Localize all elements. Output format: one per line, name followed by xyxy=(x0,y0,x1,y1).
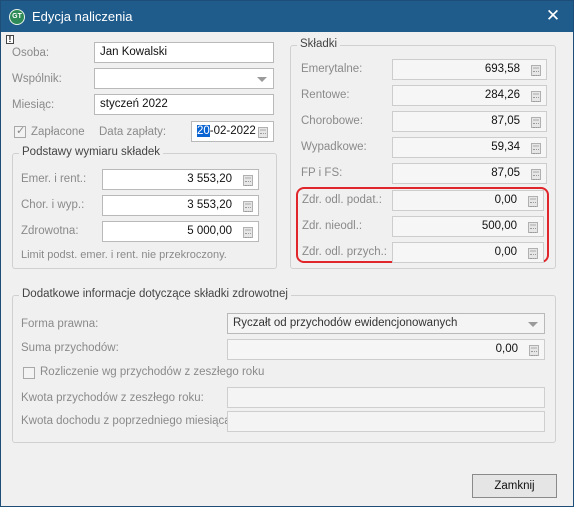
wypadkowe-field[interactable]: 59,34 xyxy=(392,137,547,158)
calculator-icon[interactable] xyxy=(243,201,253,212)
skladka-value: 500,00 xyxy=(481,220,517,232)
zaplacone-checkbox[interactable] xyxy=(14,124,26,138)
rozliczenie-checkbox[interactable] xyxy=(23,367,35,379)
calculator-icon[interactable] xyxy=(528,248,538,259)
calculator-icon[interactable] xyxy=(529,345,539,356)
skladka-value: 0,00 xyxy=(494,194,517,206)
skladka-value: 59,34 xyxy=(491,141,520,153)
forma-value: Ryczałt od przychodów ewidencjonowanych xyxy=(233,317,458,329)
skladka-label: Emerytalne: xyxy=(301,63,363,75)
calculator-icon[interactable] xyxy=(528,196,538,207)
osoba-label: Osoba: xyxy=(12,47,50,59)
zdr-odl-podat-field[interactable]: 0,00 xyxy=(392,190,544,211)
podstawy-legend: Podstawy wymiaru składek xyxy=(19,146,164,158)
data-zaplaty-day-selected: 20 xyxy=(197,125,210,137)
skladka-label: Wypadkowe: xyxy=(301,141,367,153)
kwota-doch-field[interactable] xyxy=(227,411,545,432)
chorobowe-field[interactable]: 87,05 xyxy=(392,111,547,132)
skladka-label: Chorobowe: xyxy=(301,115,364,127)
kwota-doch-label: Kwota dochodu z poprzedniego miesiąca: xyxy=(21,415,234,427)
calculator-icon[interactable] xyxy=(531,91,541,102)
zdrowotna-field[interactable]: 5 000,00 xyxy=(102,221,259,242)
zdrowotna-value: 5 000,00 xyxy=(187,225,232,237)
data-zaplaty-field[interactable]: 20-02-2022 xyxy=(191,121,274,142)
chevron-down-icon xyxy=(257,77,267,82)
warning-icon: ! xyxy=(6,35,14,44)
suma-value: 0,00 xyxy=(495,343,518,355)
kwota-przych-field[interactable] xyxy=(227,387,545,408)
skladka-value: 284,26 xyxy=(484,89,520,101)
calculator-icon[interactable] xyxy=(243,227,253,238)
skladka-value: 87,05 xyxy=(491,115,520,127)
title-bar[interactable]: GT Edycja naliczenia ✕ xyxy=(1,1,573,32)
zdr-odl-przych-field[interactable]: 0,00 xyxy=(392,242,544,263)
osoba-field[interactable]: Jan Kowalski xyxy=(94,42,274,63)
emer-field[interactable]: 3 553,20 xyxy=(102,169,259,190)
rentowe-field[interactable]: 284,26 xyxy=(392,85,547,106)
calculator-icon[interactable] xyxy=(531,169,541,180)
suma-field[interactable]: 0,00 xyxy=(227,339,545,360)
suma-label: Suma przychodów: xyxy=(21,342,119,354)
kwota-przych-label: Kwota przychodów z zeszłego roku: xyxy=(21,392,204,404)
dialog-window: GT Edycja naliczenia ✕ ! Osoba: Jan Kowa… xyxy=(0,0,574,507)
close-window-button[interactable]: ✕ xyxy=(543,6,563,26)
dodatkowe-legend: Dodatkowe informacje dotyczące składki z… xyxy=(19,288,291,300)
forma-select[interactable]: Ryczałt od przychodów ewidencjonowanych xyxy=(227,313,545,334)
data-zaplaty-rest: -02-2022 xyxy=(209,125,256,137)
calculator-icon[interactable] xyxy=(528,222,538,233)
skladka-value: 0,00 xyxy=(494,246,517,258)
skladka-label: Zdr. odl. przych.: xyxy=(302,246,388,258)
emer-value: 3 553,20 xyxy=(187,173,232,185)
data-zaplaty-label: Data zapłaty: xyxy=(99,126,167,138)
fp-fs-field[interactable]: 87,05 xyxy=(392,163,547,184)
rozliczenie-label: Rozliczenie wg przychodów z zeszłego rok… xyxy=(40,366,265,378)
close-button[interactable]: Zamknij xyxy=(472,474,557,498)
emer-label: Emer. i rent.: xyxy=(21,173,87,185)
skladka-label: FP i FS: xyxy=(301,167,343,179)
skladka-label: Rentowe: xyxy=(301,89,350,101)
miesiac-field[interactable]: styczeń 2022 xyxy=(94,94,274,115)
emerytalne-field[interactable]: 693,58 xyxy=(392,59,547,80)
skladka-label: Zdr. odl. podat.: xyxy=(302,194,382,206)
skladka-value: 87,05 xyxy=(491,167,520,179)
limit-note: Limit podst. emer. i rent. nie przekrocz… xyxy=(21,249,227,261)
skladka-label: Zdr. nieodl.: xyxy=(302,220,363,232)
zdr-nieodl-field[interactable]: 500,00 xyxy=(392,216,544,237)
wspolnik-select[interactable] xyxy=(94,68,274,89)
wspolnik-label: Wspólnik: xyxy=(12,73,62,85)
calendar-icon[interactable] xyxy=(258,127,268,138)
chor-field[interactable]: 3 553,20 xyxy=(102,195,259,216)
miesiac-label: Miesiąc: xyxy=(12,99,55,111)
chevron-down-icon xyxy=(528,322,538,327)
chor-label: Chor. i wyp.: xyxy=(21,199,85,211)
forma-label: Forma prawna: xyxy=(21,318,99,330)
app-logo-icon: GT xyxy=(9,9,25,25)
zaplacone-label: Zapłacone xyxy=(31,126,85,138)
zdrowotna-label: Zdrowotna: xyxy=(21,225,79,237)
calculator-icon[interactable] xyxy=(531,65,541,76)
window-title: Edycja naliczenia xyxy=(32,9,133,24)
skladki-legend: Składki xyxy=(297,38,341,50)
calculator-icon[interactable] xyxy=(531,143,541,154)
calculator-icon[interactable] xyxy=(531,117,541,128)
skladka-value: 693,58 xyxy=(484,63,520,75)
chor-value: 3 553,20 xyxy=(187,199,232,211)
calculator-icon[interactable] xyxy=(243,175,253,186)
